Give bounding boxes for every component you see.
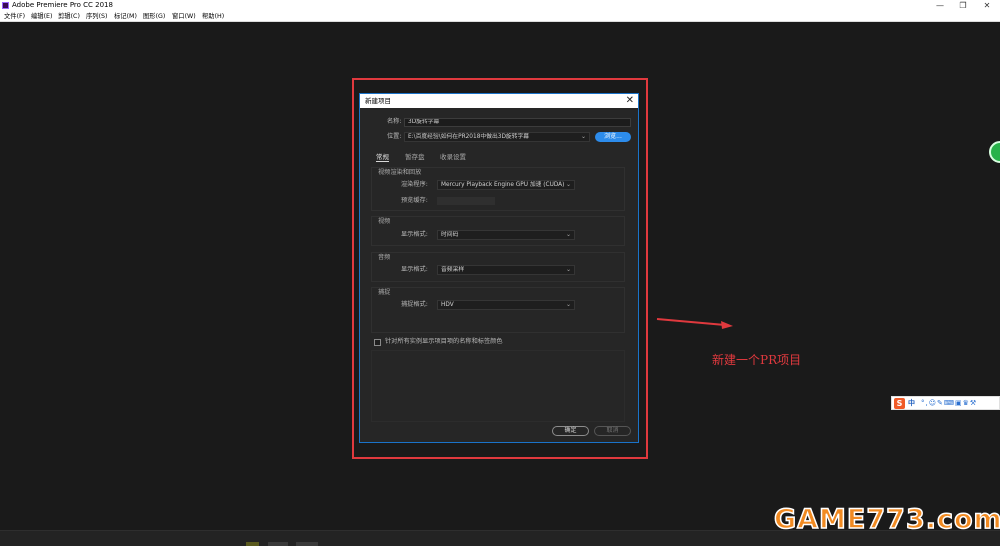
video-display-format-value: 时间码 [441, 232, 459, 238]
renderer-select[interactable]: Mercury Playback Engine GPU 加速 (CUDA) ⌄ [437, 180, 575, 190]
audio-group-title: 音频 [378, 254, 391, 261]
dialog-close-icon[interactable]: ✕ [626, 95, 634, 107]
preview-cache-label: 预览缓存: [401, 197, 428, 204]
audio-display-format-label: 显示格式: [401, 266, 428, 273]
ok-button[interactable]: 确定 [552, 426, 589, 436]
capture-format-value: HDV [441, 302, 454, 308]
menu-marker[interactable]: 标记(M) [114, 11, 137, 22]
sogou-logo-icon[interactable]: S [894, 398, 905, 409]
window-title: Adobe Premiere Pro CC 2018 [12, 1, 113, 9]
capture-format-label: 捕捉格式: [401, 301, 428, 308]
location-label: 位置: [387, 133, 402, 140]
dialog-titlebar: 新建项目 ✕ [360, 94, 638, 108]
tab-general[interactable]: 常规 [376, 153, 389, 162]
capture-group-title: 捕捉 [378, 289, 391, 296]
preview-cache-value [437, 197, 495, 205]
close-window-button[interactable]: ✕ [977, 0, 997, 11]
menu-help[interactable]: 帮助(H) [202, 11, 224, 22]
video-render-group-title: 视频渲染和回放 [378, 169, 422, 176]
capture-group: 捕捉 [371, 287, 625, 333]
cancel-button[interactable]: 取消 [594, 426, 631, 436]
restore-button[interactable]: ❐ [953, 0, 973, 11]
menu-edit[interactable]: 编辑(E) [31, 11, 53, 22]
chevron-down-icon: ⌄ [565, 301, 571, 308]
show-label-color-checkbox[interactable] [374, 339, 381, 346]
menu-sequence[interactable]: 序列(S) [86, 11, 108, 22]
annotation-arrow-icon [656, 318, 733, 329]
chevron-down-icon: ⌄ [565, 231, 571, 238]
premiere-app-icon [2, 2, 9, 9]
video-group-title: 视频 [378, 218, 391, 225]
location-select[interactable]: E:\百度经验\如何在PR2018中做出3D旋转字幕 ⌄ [404, 132, 590, 142]
capture-format-select[interactable]: HDV ⌄ [437, 300, 575, 310]
minimize-button[interactable]: — [930, 0, 950, 11]
timeline-marker [296, 542, 318, 546]
timeline-marker [268, 542, 288, 546]
dialog-empty-panel [371, 350, 625, 422]
menu-clip[interactable]: 剪辑(C) [58, 11, 80, 22]
chevron-down-icon: ⌄ [580, 133, 586, 140]
menu-graphics[interactable]: 图形(G) [143, 11, 165, 22]
tab-scratch-disks[interactable]: 暂存盘 [405, 153, 425, 161]
project-name-input[interactable]: 3D旋转字幕 [404, 118, 631, 127]
menu-file[interactable]: 文件(F) [4, 11, 25, 22]
ime-toolbar[interactable]: S 中 °,☺✎⌨▣♛⚒ [891, 396, 1000, 410]
video-display-format-select[interactable]: 时间码 ⌄ [437, 230, 575, 240]
audio-display-format-select[interactable]: 音频采样 ⌄ [437, 265, 575, 275]
location-value: E:\百度经验\如何在PR2018中做出3D旋转字幕 [408, 134, 530, 140]
ime-tool-icons[interactable]: °,☺✎⌨▣♛⚒ [921, 397, 977, 409]
timeline-marker [246, 542, 259, 546]
show-label-color-label: 针对所有实例显示项目项的名称和标签颜色 [385, 338, 503, 345]
renderer-value: Mercury Playback Engine GPU 加速 (CUDA) [441, 182, 565, 188]
chevron-down-icon: ⌄ [565, 181, 571, 188]
annotation-text: 新建一个PR项目 [712, 353, 802, 367]
name-label: 名称: [387, 118, 402, 125]
menu-window[interactable]: 窗口(W) [172, 11, 196, 22]
renderer-label: 渲染程序: [401, 181, 428, 188]
audio-display-format-value: 音频采样 [441, 267, 465, 273]
window-titlebar: Adobe Premiere Pro CC 2018 — ❐ ✕ [0, 0, 1000, 11]
browse-button[interactable]: 浏览... [595, 132, 631, 142]
chevron-down-icon: ⌄ [565, 266, 571, 273]
video-display-format-label: 显示格式: [401, 231, 428, 238]
menu-bar: 文件(F) 编辑(E) 剪辑(C) 序列(S) 标记(M) 图形(G) 窗口(W… [0, 11, 1000, 22]
ime-mode-indicator[interactable]: 中 [908, 397, 915, 409]
site-watermark: GAME773.com [773, 504, 1000, 536]
new-project-dialog: 新建项目 ✕ 名称: 3D旋转字幕 位置: E:\百度经验\如何在PR2018中… [359, 93, 639, 443]
dialog-title: 新建项目 [365, 97, 391, 105]
tab-ingest-settings[interactable]: 收录设置 [440, 153, 466, 161]
